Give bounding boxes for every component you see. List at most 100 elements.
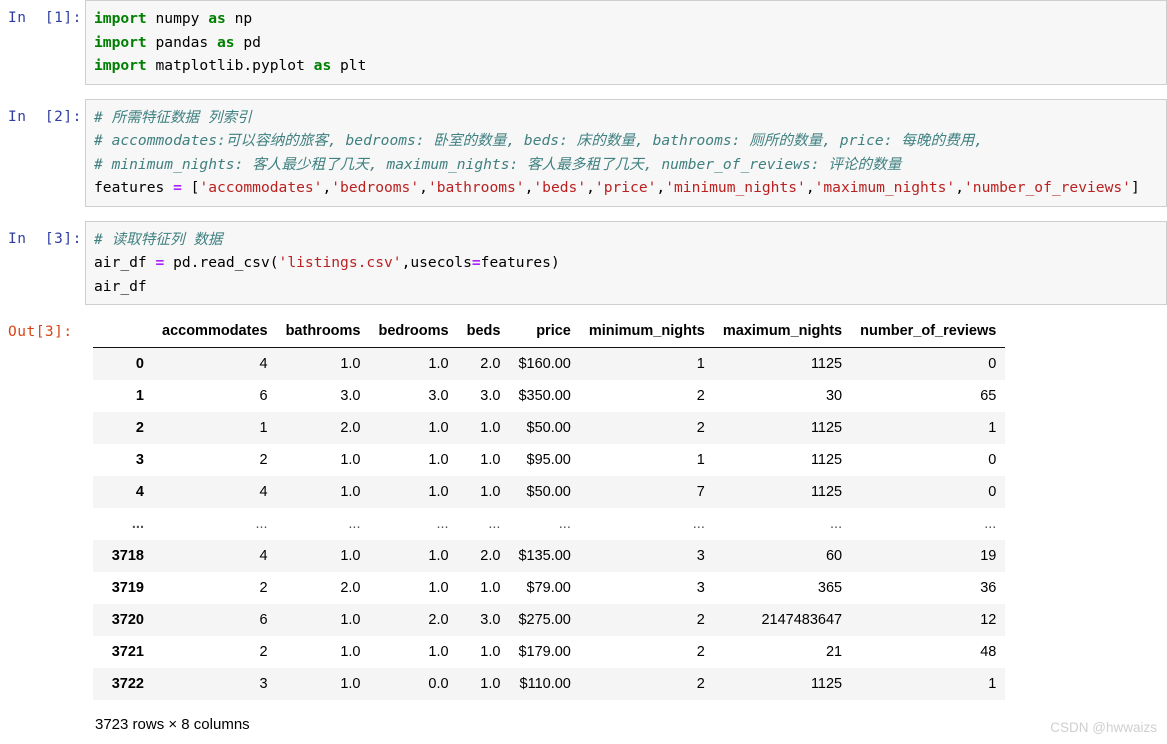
code-cell-1[interactable]: In [1]: import numpy as np import pandas…	[0, 0, 1167, 85]
cell: 3	[696, 548, 705, 564]
cell: 1125	[810, 484, 843, 500]
cell: 30	[825, 388, 843, 404]
cell: 1.0	[428, 548, 449, 564]
code-token: import	[94, 10, 147, 27]
code-token: ,	[656, 179, 666, 196]
cell: 1.0	[428, 644, 449, 660]
row-index: 3719	[111, 580, 144, 596]
cell: 36	[980, 580, 997, 596]
column-header-maximum-nights: maximum_nights	[713, 317, 852, 348]
dataframe-shape-label: 3723 rows × 8 columns	[95, 716, 250, 733]
output-prompt: Out[3]:	[8, 324, 73, 340]
code-token: pd	[234, 33, 261, 51]
code-token: pd.read_csv(	[164, 254, 279, 271]
cell: 12	[980, 612, 997, 628]
code-line: import numpy as np	[94, 7, 1160, 31]
cell: 1.0	[428, 356, 449, 372]
code-token: [	[181, 179, 200, 196]
cell: ...	[255, 516, 268, 532]
row-index: 4	[135, 484, 144, 500]
row-index: 3722	[111, 676, 144, 692]
code-token: np	[225, 10, 253, 27]
code-token: 'bedrooms'	[331, 179, 420, 196]
cell: 0	[988, 484, 997, 500]
cell: 3.0	[340, 388, 361, 404]
code-token: as	[217, 33, 235, 51]
cell-spacer	[0, 85, 1167, 99]
code-line: import pandas as pd	[94, 31, 1160, 55]
cell: 1.0	[480, 452, 501, 468]
code-token: ,	[586, 179, 595, 196]
cell: 2.0	[340, 580, 361, 596]
table-row: 0 4 1.0 1.0 2.0 $160.00 1 1125 0	[93, 347, 1006, 380]
code-cell-2[interactable]: In [2]: # 所需特征数据 列索引 # accommodates:可以容纳…	[0, 98, 1167, 207]
dataframe-table: accommodates bathrooms bedrooms beds pri…	[93, 317, 1006, 700]
cell: 0.0	[428, 676, 449, 692]
cell: 1125	[810, 356, 843, 372]
cell: 1.0	[340, 644, 361, 660]
cell: 3.0	[480, 612, 501, 628]
cell: ...	[558, 516, 571, 532]
cell: 1	[988, 420, 997, 436]
code-token: import	[94, 57, 147, 74]
code-token: 'bathrooms'	[427, 179, 525, 196]
code-token: 'listings.csv'	[278, 254, 402, 271]
code-token: features)	[480, 254, 560, 271]
cell: 2	[696, 388, 705, 404]
code-token: 'accommodates'	[199, 179, 323, 196]
cell: 1	[259, 420, 268, 436]
cell: $350.00	[518, 388, 571, 404]
code-token: plt	[331, 57, 367, 74]
watermark: CSDN @hwwaizs	[1050, 720, 1157, 735]
cell: 1	[696, 356, 705, 372]
code-comment: # minimum_nights: 客人最少租了几天, maximum_nigh…	[94, 155, 902, 173]
cell: $179.00	[518, 644, 571, 660]
code-comment: # 读取特征列 数据	[94, 230, 223, 248]
row-index: 3720	[111, 612, 144, 628]
cell: $50.00	[526, 484, 571, 500]
cell: 1125	[810, 452, 843, 468]
table-row: 3722 3 1.0 0.0 1.0 $110.00 2 1125 1	[93, 668, 1006, 700]
cell: $135.00	[518, 548, 571, 564]
cell: 65	[980, 388, 997, 404]
cell: 1.0	[428, 452, 449, 468]
input-prompt-3: In [3]:	[8, 230, 82, 247]
table-row-ellipsis: ...........................	[93, 508, 1006, 540]
table-row: 3721 2 1.0 1.0 1.0 $179.00 2 21 48	[93, 636, 1006, 668]
cell: 0	[988, 452, 997, 468]
cell: 3.0	[428, 388, 449, 404]
code-token: ,	[955, 179, 964, 196]
code-editor-1[interactable]: import numpy as np import pandas as pd i…	[85, 0, 1167, 85]
code-token: ,	[419, 179, 428, 196]
table-row: 3720 6 1.0 2.0 3.0 $275.00 2 2147483647 12	[93, 604, 1006, 636]
code-token: 'minimum_nights'	[665, 179, 806, 196]
table-row: 2 1 2.0 1.0 1.0 $50.00 2 1125 1	[93, 412, 1006, 444]
cell: 1.0	[480, 484, 501, 500]
output-cell: Out[3]: accommodates bathrooms bedrooms …	[0, 315, 1167, 733]
cell: 2.0	[340, 420, 361, 436]
cell: 60	[825, 548, 843, 564]
cell: 2	[696, 420, 705, 436]
cell: 1.0	[340, 612, 361, 628]
cell: 3	[259, 676, 268, 692]
code-token: ]	[1130, 179, 1140, 196]
cell: $79.00	[526, 580, 571, 596]
row-index: ...	[131, 516, 144, 532]
cell: 1.0	[480, 644, 501, 660]
cell: 2.0	[480, 356, 501, 372]
cell: 2	[696, 644, 705, 660]
input-prompt-1: In [1]:	[8, 10, 82, 26]
code-token: air_df	[94, 277, 147, 295]
code-editor-2[interactable]: # 所需特征数据 列索引 # accommodates:可以容纳的旅客, bed…	[85, 98, 1167, 207]
cell-spacer	[0, 207, 1167, 221]
row-index: 3	[135, 452, 144, 468]
code-token: ,	[805, 179, 815, 196]
code-token: =	[471, 254, 481, 271]
row-index: 3721	[111, 644, 144, 660]
cell: 2.0	[428, 612, 449, 628]
cell: 2	[696, 676, 705, 692]
code-editor-3[interactable]: # 读取特征列 数据 air_df = pd.read_csv('listing…	[85, 220, 1167, 305]
code-cell-3[interactable]: In [3]: # 读取特征列 数据 air_df = pd.read_csv(…	[0, 220, 1167, 305]
cell: 2147483647	[761, 612, 843, 628]
code-line: air_df	[94, 275, 1160, 299]
